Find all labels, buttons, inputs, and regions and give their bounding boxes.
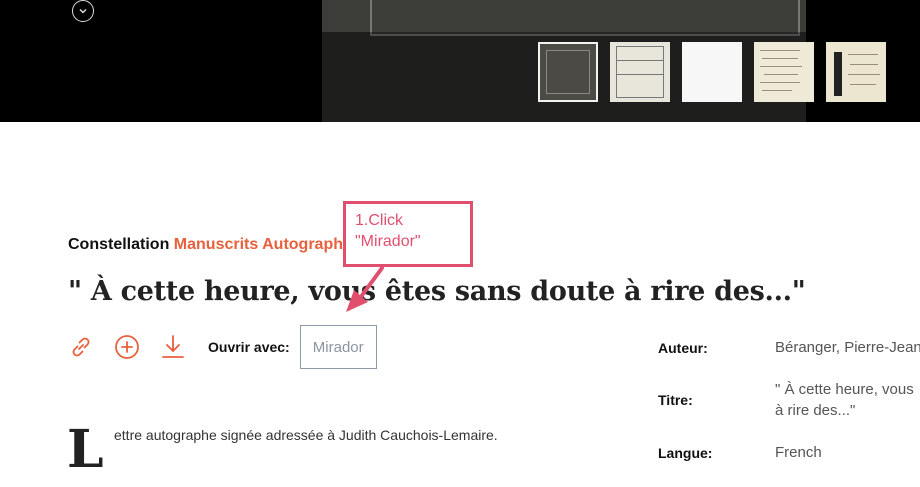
annotation-line-1: 1.Click bbox=[355, 212, 404, 229]
meta-language-label: Langue: bbox=[658, 445, 713, 461]
breadcrumb: Constellation Manuscrits Autographes bbox=[68, 236, 361, 254]
meta-author-value: Béranger, Pierre-Jean bbox=[775, 339, 920, 356]
breadcrumb-collection-link[interactable]: Manuscrits Autographes bbox=[174, 236, 361, 253]
annotation-line-2: "Mirador" bbox=[355, 233, 421, 250]
meta-title-value-line1: " À cette heure, vous bbox=[775, 381, 914, 398]
mirador-button[interactable]: Mirador bbox=[299, 325, 377, 369]
meta-title-label: Titre: bbox=[658, 392, 693, 408]
thumbnail-1[interactable] bbox=[538, 42, 598, 102]
image-viewer bbox=[0, 0, 920, 122]
add-icon[interactable] bbox=[112, 332, 142, 362]
meta-author-label: Auteur: bbox=[658, 340, 708, 356]
page-title: " À cette heure, vous êtes sans doute à … bbox=[68, 276, 806, 307]
download-icon[interactable] bbox=[158, 332, 188, 362]
annotation-arrow-icon bbox=[346, 266, 384, 312]
breadcrumb-prefix: Constellation bbox=[68, 236, 170, 253]
meta-language-value: French bbox=[775, 444, 822, 461]
annotation-callout: 1.Click "Mirador" bbox=[343, 201, 473, 267]
document-page-preview bbox=[370, 0, 800, 36]
thumbnail-strip bbox=[538, 42, 886, 102]
actions-bar: Ouvrir avec: Mirador bbox=[66, 325, 377, 369]
thumbnail-3[interactable] bbox=[682, 42, 742, 102]
open-with-label: Ouvrir avec: bbox=[208, 339, 290, 355]
meta-title-value-line2: à rire des..." bbox=[775, 402, 856, 419]
thumbnail-4[interactable] bbox=[754, 42, 814, 102]
drop-cap: L bbox=[67, 419, 104, 480]
chevron-down-icon[interactable] bbox=[72, 0, 94, 22]
thumbnail-2[interactable] bbox=[610, 42, 670, 102]
description-text: ettre autographe signée adressée à Judit… bbox=[114, 427, 498, 443]
thumbnail-5[interactable] bbox=[826, 42, 886, 102]
link-icon[interactable] bbox=[66, 332, 96, 362]
